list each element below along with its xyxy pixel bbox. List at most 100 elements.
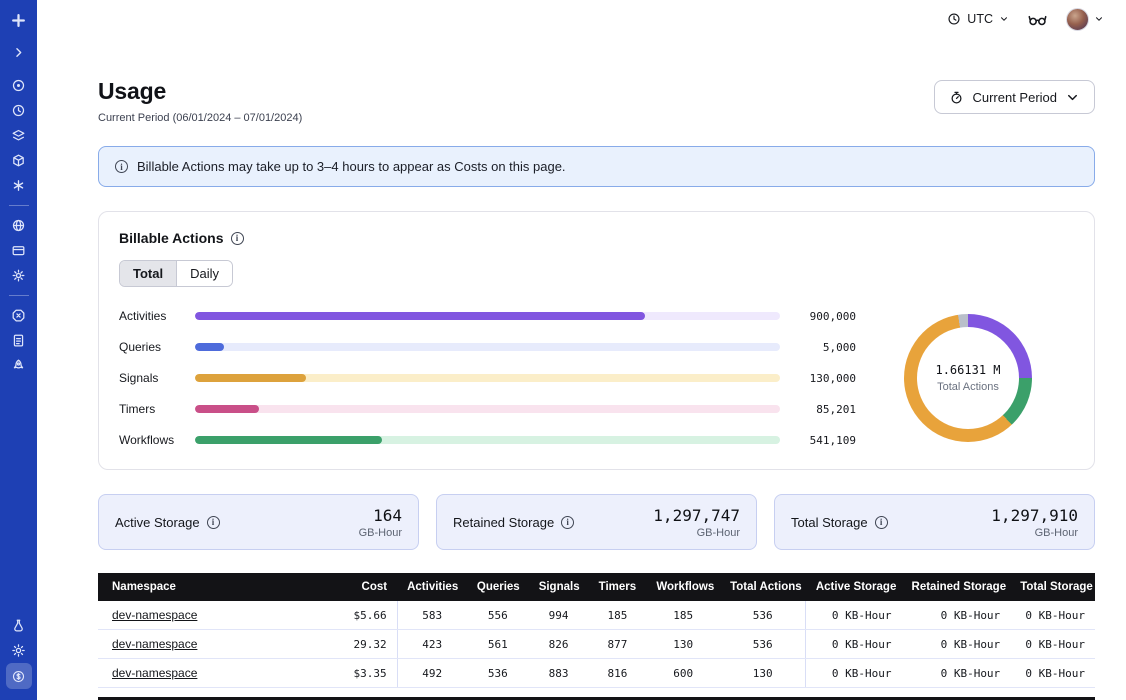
bar-fill xyxy=(195,405,259,413)
bar-track xyxy=(195,405,780,413)
app-root: UTC Usage Current Period (06/01/2024 – 0… xyxy=(0,0,1126,700)
table-cell: 0 KB-Hour xyxy=(902,601,1011,630)
column-header: Namespace xyxy=(98,573,322,601)
layers-icon xyxy=(11,128,26,143)
period-button-label: Current Period xyxy=(972,90,1057,105)
sidebar-item-docs[interactable] xyxy=(6,328,32,352)
user-menu[interactable] xyxy=(1066,8,1104,31)
sidebar-item-asterisk[interactable] xyxy=(6,173,32,197)
billable-actions-card: Billable Actions Total Daily Activities9… xyxy=(98,211,1095,470)
sidebar-bottom-group xyxy=(6,613,32,690)
chevron-down-icon xyxy=(999,14,1009,24)
table-cell: 826 xyxy=(529,630,589,659)
dollar-icon xyxy=(11,669,26,684)
namespace-usage-table: NamespaceCostActivitiesQueriesSignalsTim… xyxy=(98,573,1095,688)
timezone-label: UTC xyxy=(967,12,993,26)
info-icon[interactable] xyxy=(875,516,888,529)
donut-total-value: 1.66131 M xyxy=(935,363,1000,377)
namespace-cell: dev-namespace xyxy=(98,659,322,688)
user-avatar xyxy=(1066,8,1089,31)
target-icon xyxy=(11,78,26,93)
table-cell: 0 KB-Hour xyxy=(806,601,902,630)
bar-track xyxy=(195,343,780,351)
bar-row-activities: Activities900,000 xyxy=(119,309,856,323)
namespace-link[interactable]: dev-namespace xyxy=(112,637,197,651)
tab-daily[interactable]: Daily xyxy=(176,261,232,286)
sidebar-item-billing-card[interactable] xyxy=(6,238,32,262)
cube-icon xyxy=(11,153,26,168)
sidebar-item-cube[interactable] xyxy=(6,148,32,172)
table-cell: 883 xyxy=(529,659,589,688)
document-icon xyxy=(11,333,26,348)
sidebar-item-theme[interactable] xyxy=(6,638,32,662)
table-cell: 877 xyxy=(589,630,647,659)
namespace-link[interactable]: dev-namespace xyxy=(112,608,197,622)
x-octagon-icon xyxy=(11,308,26,323)
chevron-down-icon xyxy=(1094,14,1104,24)
column-header: Cost xyxy=(322,573,397,601)
info-icon[interactable] xyxy=(207,516,220,529)
bar-value: 5,000 xyxy=(792,341,856,354)
sidebar-item-target[interactable] xyxy=(6,73,32,97)
flask-icon xyxy=(11,618,26,633)
bar-label: Workflows xyxy=(119,433,183,447)
sidebar-item-globe[interactable] xyxy=(6,213,32,237)
info-icon[interactable] xyxy=(561,516,574,529)
page-title: Usage xyxy=(98,78,302,105)
info-banner: Billable Actions may take up to 3–4 hour… xyxy=(98,146,1095,187)
table-row: dev-namespace$5.665835569941851855360 KB… xyxy=(98,601,1095,630)
billable-chart: Activities900,000Queries5,000Signals130,… xyxy=(119,309,1074,447)
table-cell: 583 xyxy=(397,601,467,630)
column-header: Activities xyxy=(397,573,467,601)
globe-icon xyxy=(11,218,26,233)
sidebar-item-usage[interactable] xyxy=(6,663,32,689)
column-header: Signals xyxy=(529,573,589,601)
info-icon xyxy=(115,160,128,173)
sidebar-item-history[interactable] xyxy=(6,98,32,122)
storage-stats-row: Active Storage 164 GB-Hour Retained Stor… xyxy=(98,494,1095,550)
sidebar-divider xyxy=(9,205,29,206)
table-cell: 536 xyxy=(720,630,806,659)
bar-label: Activities xyxy=(119,309,183,323)
table-cell: 0 KB-Hour xyxy=(1010,601,1095,630)
sidebar-item-logo[interactable] xyxy=(6,8,32,32)
column-header: Timers xyxy=(589,573,647,601)
billable-view-tabs: Total Daily xyxy=(119,260,233,287)
table-cell: 600 xyxy=(646,659,720,688)
sidebar-item-layers[interactable] xyxy=(6,123,32,147)
active-storage-card: Active Storage 164 GB-Hour xyxy=(98,494,419,550)
column-header: Total Storage xyxy=(1010,573,1095,601)
table-cell: 0 KB-Hour xyxy=(1010,659,1095,688)
table-cell: 536 xyxy=(720,601,806,630)
table-cell: 994 xyxy=(529,601,589,630)
timezone-selector[interactable]: UTC xyxy=(947,12,1009,26)
bar-track xyxy=(195,312,780,320)
sidebar-item-settings[interactable] xyxy=(6,263,32,287)
sidebar xyxy=(0,0,37,700)
namespace-usage-table-section: NamespaceCostActivitiesQueriesSignalsTim… xyxy=(98,573,1095,700)
topbar: UTC xyxy=(37,0,1126,38)
tab-total[interactable]: Total xyxy=(120,261,176,286)
stat-unit: GB-Hour xyxy=(991,527,1078,539)
namespace-link[interactable]: dev-namespace xyxy=(112,666,197,680)
info-icon[interactable] xyxy=(231,232,244,245)
column-header: Total Actions xyxy=(720,573,806,601)
stat-unit: GB-Hour xyxy=(359,527,402,539)
table-cell: 0 KB-Hour xyxy=(902,630,1011,659)
column-header: Queries xyxy=(467,573,529,601)
bar-row-signals: Signals130,000 xyxy=(119,371,856,385)
sidebar-item-expand[interactable] xyxy=(6,40,32,64)
chevron-right-icon xyxy=(11,45,26,60)
table-cell: 0 KB-Hour xyxy=(902,659,1011,688)
table-row: dev-namespace29.324235618268771305360 KB… xyxy=(98,630,1095,659)
period-selector-button[interactable]: Current Period xyxy=(934,80,1095,114)
sidebar-item-labs[interactable] xyxy=(6,613,32,637)
total-actions-donut: 1.66131 M Total Actions xyxy=(904,314,1032,442)
stat-value: 164 xyxy=(359,506,402,525)
column-header: Retained Storage xyxy=(902,573,1011,601)
sidebar-item-rocket[interactable] xyxy=(6,353,32,377)
support-button[interactable] xyxy=(1027,9,1048,30)
stat-label: Active Storage xyxy=(115,515,220,530)
bar-value: 541,109 xyxy=(792,434,856,447)
sidebar-item-blocked[interactable] xyxy=(6,303,32,327)
